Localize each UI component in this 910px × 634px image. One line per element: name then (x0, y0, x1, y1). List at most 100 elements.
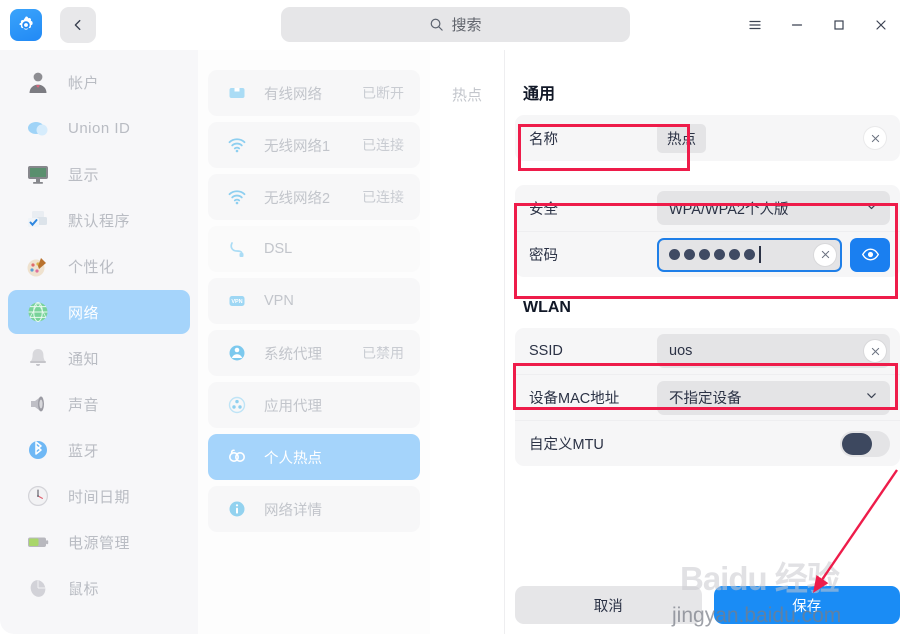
wlan-group: SSID uos 设备MAC地址 不指定设备 自定义MTU (515, 328, 900, 466)
title-bar: 搜索 (0, 0, 910, 50)
network-item-system-proxy[interactable]: 系统代理 已禁用 (208, 330, 420, 376)
maximize-button[interactable] (818, 6, 860, 44)
cancel-button-label: 取消 (593, 598, 623, 615)
security-label: 安全 (529, 201, 558, 218)
info-icon (226, 498, 248, 520)
user-account-icon (24, 68, 52, 96)
password-row: 密码 (515, 231, 900, 277)
network-item-label: 系统代理 (264, 346, 322, 363)
sidebar-item-union-id[interactable]: Union ID (8, 106, 190, 150)
network-item-personal-hotspot[interactable]: 个人热点 (208, 434, 420, 480)
speaker-icon (24, 390, 52, 418)
save-button-label: 保存 (792, 598, 822, 615)
network-item-label: 无线网络1 (264, 138, 331, 155)
name-value: 热点 (657, 123, 706, 153)
maximize-icon (834, 20, 844, 30)
sidebar-item-label: 默认程序 (68, 212, 131, 230)
sidebar-item-label: Union ID (68, 119, 131, 137)
sidebar-item-personalization[interactable]: 个性化 (8, 244, 190, 288)
default-apps-icon (24, 206, 52, 234)
network-item-details[interactable]: 网络详情 (208, 486, 420, 532)
security-row: 安全 WPA/WPA2个人版 (515, 185, 900, 231)
network-item-label: 有线网络 (264, 86, 322, 103)
sidebar-item-label: 电源管理 (68, 534, 131, 552)
sidebar-item-label: 时间日期 (68, 488, 131, 506)
hamburger-menu-icon (749, 20, 761, 30)
save-button[interactable]: 保存 (713, 586, 900, 624)
network-item-app-proxy[interactable]: 应用代理 (208, 382, 420, 428)
mouse-icon (24, 574, 52, 602)
sidebar-item-default-apps[interactable]: 默认程序 (8, 198, 190, 242)
sidebar-item-sound[interactable]: 声音 (8, 382, 190, 426)
sidebar-item-label: 蓝牙 (68, 442, 100, 460)
sidebar-item-mouse[interactable]: 鼠标 (8, 566, 190, 610)
network-item-dsl[interactable]: DSL (208, 226, 420, 272)
ssid-label: SSID (529, 343, 563, 359)
hotspot-link-icon (226, 446, 248, 468)
minimize-button[interactable] (776, 6, 818, 44)
network-item-vpn[interactable]: VPN VPN (208, 278, 420, 324)
chevron-down-icon (865, 200, 878, 217)
password-field-wrap (657, 237, 890, 272)
name-label: 名称 (529, 131, 558, 148)
clear-x-icon[interactable] (864, 127, 886, 149)
section-title-wlan: WLAN (523, 299, 571, 316)
name-field-wrap: 热点 (657, 115, 890, 161)
hamburger-menu-button[interactable] (734, 6, 776, 44)
network-item-wireless-2[interactable]: 无线网络2 已连接 (208, 174, 420, 220)
network-item-label: 网络详情 (264, 502, 322, 519)
chevron-left-icon (74, 19, 81, 31)
dsl-icon (226, 238, 248, 260)
bluetooth-icon (24, 436, 52, 464)
dialog-footer: 取消 保存 (505, 586, 910, 624)
ssid-input[interactable]: uos (657, 334, 890, 368)
wifi-icon (226, 186, 248, 208)
sidebar-item-datetime[interactable]: 时间日期 (8, 474, 190, 518)
sidebar-item-notifications[interactable]: 通知 (8, 336, 190, 380)
sidebar-item-bluetooth[interactable]: 蓝牙 (8, 428, 190, 472)
eye-visibility-icon[interactable] (850, 237, 890, 272)
name-input[interactable]: 热点 (657, 115, 890, 161)
close-button[interactable] (860, 6, 902, 44)
system-proxy-icon (226, 342, 248, 364)
bell-icon (24, 344, 52, 372)
sidebar-item-display[interactable]: 显示 (8, 152, 190, 196)
toggle-knob (842, 432, 872, 455)
ethernet-icon (226, 82, 248, 104)
app-proxy-icon (226, 394, 248, 416)
back-button[interactable] (60, 7, 96, 43)
ssid-field-wrap: uos (657, 334, 890, 368)
settings-window: 搜索 帐户 Union ID 显示 默认程序 个性化 网络 通知 声音 蓝牙 时… (0, 0, 910, 634)
sidebar-item-network[interactable]: 网络 (8, 290, 190, 334)
sidebar-item-power[interactable]: 电源管理 (8, 520, 190, 564)
password-label: 密码 (529, 248, 558, 264)
network-item-label: DSL (264, 241, 293, 257)
mac-field-wrap: 不指定设备 (657, 380, 890, 415)
sidebar-item-label: 帐户 (68, 74, 100, 92)
mtu-toggle-switch[interactable] (840, 430, 890, 457)
clear-x-icon[interactable] (864, 340, 886, 362)
sidebar-item-label: 通知 (68, 350, 100, 368)
settings-gear-icon (10, 9, 42, 41)
network-item-status: 已禁用 (362, 345, 404, 361)
name-row: 名称 热点 (515, 115, 900, 161)
hotspot-settings-panel: 通用 名称 热点 安全 WPA/WPA2个人版 密码 WLAN SSID uos… (505, 50, 910, 634)
search-icon (431, 18, 444, 31)
cloud-icon (24, 114, 52, 142)
tab-hotspot[interactable]: 热点 (430, 78, 504, 111)
mac-address-value: 不指定设备 (669, 391, 742, 407)
network-item-label: 无线网络2 (264, 190, 331, 207)
mac-address-row: 设备MAC地址 不指定设备 (515, 374, 900, 420)
search-input[interactable]: 搜索 (281, 7, 630, 42)
password-input[interactable] (657, 237, 842, 272)
mac-address-select[interactable]: 不指定设备 (657, 380, 890, 415)
sidebar-item-account[interactable]: 帐户 (8, 60, 190, 104)
clear-x-icon[interactable] (814, 243, 836, 266)
network-item-status: 已连接 (362, 137, 404, 153)
network-item-wireless-1[interactable]: 无线网络1 已连接 (208, 122, 420, 168)
globe-network-icon (24, 298, 52, 326)
security-select[interactable]: WPA/WPA2个人版 (657, 191, 890, 225)
tab-label: 热点 (451, 87, 482, 104)
cancel-button[interactable]: 取消 (515, 586, 702, 624)
network-item-wired[interactable]: 有线网络 已断开 (208, 70, 420, 116)
